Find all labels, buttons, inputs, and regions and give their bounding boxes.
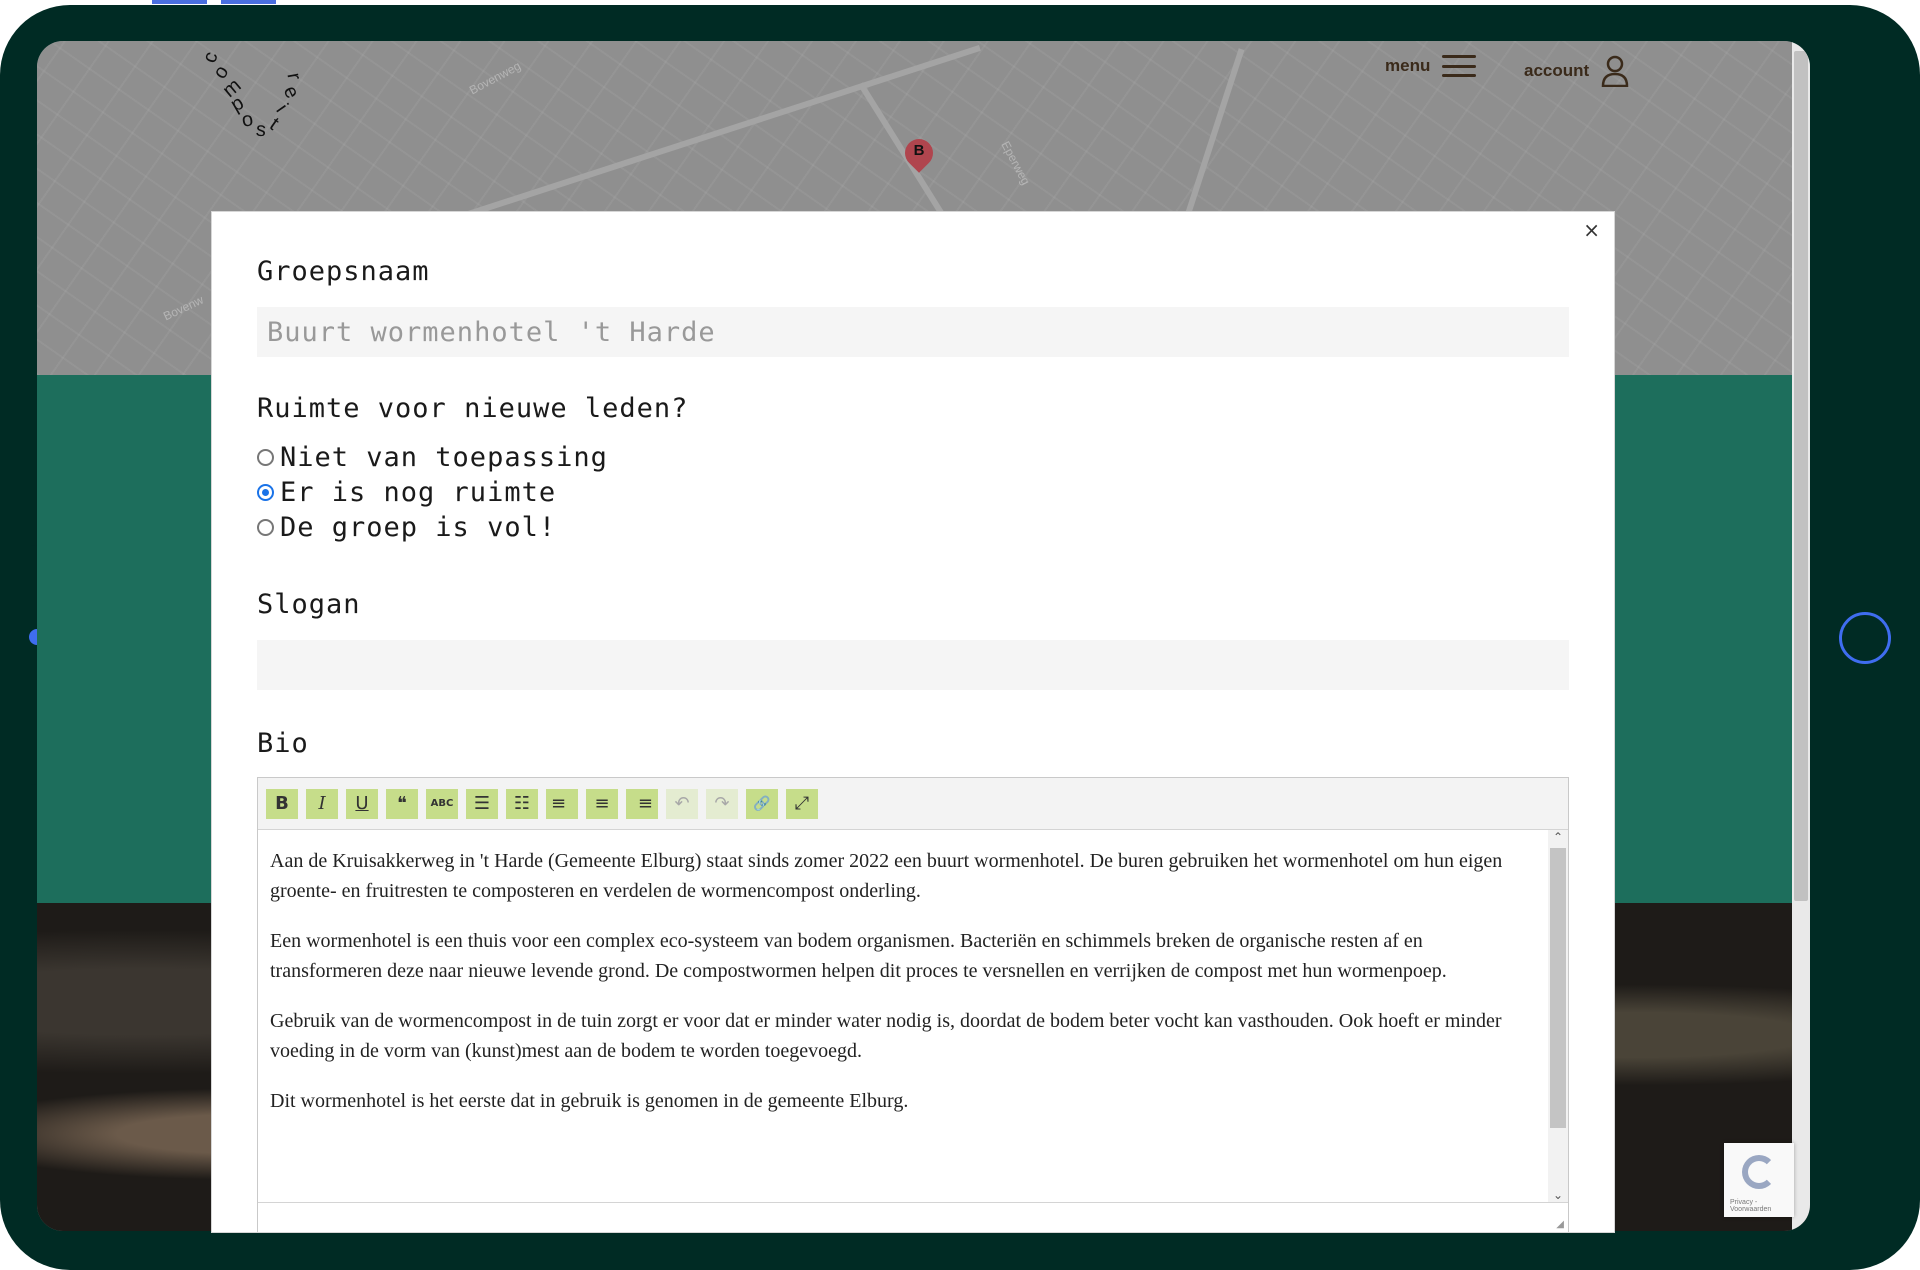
recaptcha-text: Privacy - Voorwaarden [1730, 1199, 1772, 1213]
quote-icon[interactable]: ❝ [386, 788, 418, 819]
editor-scrollbar[interactable]: ⌃ ⌄ [1548, 830, 1568, 1202]
bold-icon[interactable]: B [266, 788, 298, 819]
composter-logo[interactable]: c o m p o s t i e r [192, 41, 332, 151]
italic-icon[interactable]: I [306, 788, 338, 819]
recaptcha-icon [1742, 1155, 1776, 1189]
radio-button[interactable] [257, 519, 274, 536]
street-label: Eperweg [998, 138, 1033, 188]
group-name-label: Groepsnaam [257, 256, 430, 287]
editor-content[interactable]: Aan de Kruisakkerweg in 't Harde (Gemeen… [258, 830, 1548, 1202]
page-scrollbar-thumb[interactable] [1794, 51, 1808, 901]
strikethrough-icon[interactable]: ABC [426, 788, 458, 819]
menu-button[interactable]: menu [1385, 55, 1477, 77]
account-button[interactable]: account [1524, 55, 1629, 87]
chevron-up-icon[interactable]: ⌃ [1548, 830, 1568, 844]
page-scrollbar[interactable] [1792, 41, 1810, 1231]
street-label: Bovenw [161, 292, 206, 324]
radio-option-label: Er is nog ruimte [280, 477, 557, 508]
bio-paragraph: Aan de Kruisakkerweg in 't Harde (Gemeen… [270, 850, 1503, 902]
map-pin[interactable]: B [899, 133, 939, 179]
account-label: account [1524, 61, 1590, 80]
resize-handle-icon[interactable]: ◢ [1556, 1219, 1564, 1230]
align-left-icon[interactable]: ≡ [546, 788, 578, 819]
home-button[interactable] [1839, 612, 1891, 664]
fullscreen-icon[interactable]: ⤢ [786, 788, 818, 819]
editor-scrollbar-thumb[interactable] [1550, 848, 1566, 1128]
slogan-label: Slogan [257, 589, 361, 620]
bio-label: Bio [257, 728, 309, 759]
editor-toolbar: B I U ❝ ABC ☰ ☷ ≡ ≡ ≡ ↶ ↷ 🔗 ⤢ [258, 778, 1568, 830]
radio-option-label: Niet van toepassing [280, 442, 608, 473]
menu-label: menu [1385, 56, 1431, 75]
editor-statusbar: ◢ [258, 1202, 1568, 1232]
bio-paragraph: Een wormenhotel is een thuis voor een co… [270, 930, 1447, 982]
map-pin-letter: B [913, 142, 925, 159]
close-icon[interactable]: × [1583, 218, 1600, 242]
undo-icon[interactable]: ↶ [666, 788, 698, 819]
hamburger-icon [1442, 55, 1477, 77]
radio-option-not-applicable[interactable]: Niet van toepassing [257, 442, 608, 473]
link-icon[interactable]: 🔗 [746, 788, 778, 819]
underline-icon[interactable]: U [346, 788, 378, 819]
top-decor-bar [221, 0, 276, 4]
group-name-input[interactable] [257, 307, 1569, 357]
align-center-icon[interactable]: ≡ [586, 788, 618, 819]
radio-option-group-full[interactable]: De groep is vol! [257, 512, 556, 543]
bio-editor[interactable]: B I U ❝ ABC ☰ ☷ ≡ ≡ ≡ ↶ ↷ 🔗 ⤢ Aan de Kru… [257, 777, 1569, 1232]
slogan-input[interactable] [257, 640, 1569, 690]
align-right-icon[interactable]: ≡ [626, 788, 658, 819]
space-label: Ruimte voor nieuwe leden? [257, 393, 689, 424]
bullet-list-icon[interactable]: ☰ [466, 788, 498, 819]
bio-paragraph: Gebruik van de wormencompost in de tuin … [270, 1010, 1502, 1062]
user-icon [1601, 55, 1629, 87]
numbered-list-icon[interactable]: ☷ [506, 788, 538, 819]
radio-button[interactable] [257, 449, 274, 466]
radio-option-space-available[interactable]: Er is nog ruimte [257, 477, 556, 508]
chevron-down-icon[interactable]: ⌄ [1548, 1188, 1568, 1202]
street-label: Bovenweg [466, 58, 524, 98]
bio-paragraph: Dit wormenhotel is het eerste dat in geb… [270, 1090, 909, 1112]
radio-option-label: De groep is vol! [280, 512, 557, 543]
recaptcha-badge[interactable]: Privacy - Voorwaarden [1724, 1143, 1794, 1217]
redo-icon[interactable]: ↷ [706, 788, 738, 819]
edit-group-modal: × Groepsnaam Ruimte voor nieuwe leden? N… [212, 212, 1614, 1232]
top-decor-bar [152, 0, 207, 4]
radio-button-selected[interactable] [257, 484, 274, 501]
